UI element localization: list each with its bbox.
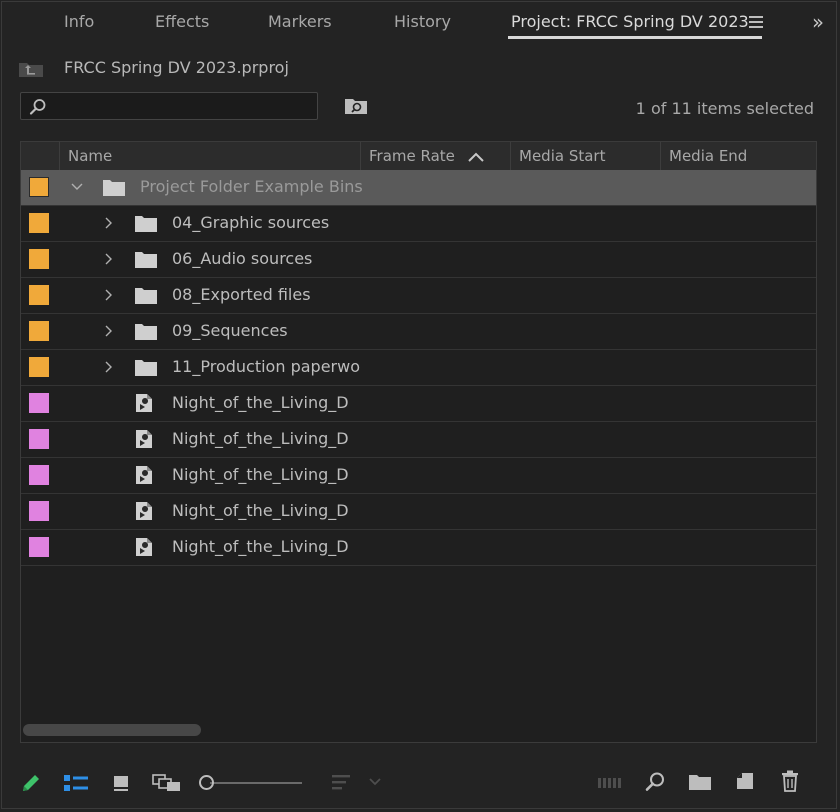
media-file-icon (136, 394, 152, 412)
label-color-swatch[interactable] (29, 249, 49, 269)
chevron-right-icon[interactable] (103, 217, 115, 229)
label-color-swatch[interactable] (29, 213, 49, 233)
clip-name: Night_of_the_Living_D (172, 465, 349, 484)
chevron-down-icon[interactable] (368, 776, 382, 786)
label-color-swatch[interactable] (29, 393, 49, 413)
folder-icon (135, 288, 157, 304)
clip-row[interactable]: Night_of_the_Living_D (21, 458, 816, 494)
folder-icon (135, 252, 157, 268)
chevron-right-icon[interactable] (103, 289, 115, 301)
project-file-name: FRCC Spring DV 2023.prproj (64, 58, 289, 77)
clip-row[interactable]: Night_of_the_Living_D (21, 494, 816, 530)
column-header-frame-rate[interactable]: Frame Rate (360, 142, 510, 170)
chevron-right-icon[interactable] (103, 325, 115, 337)
bin-row[interactable]: 11_Production paperwo (21, 350, 816, 386)
search-field[interactable] (20, 92, 318, 120)
bin-name: 11_Production paperwo (172, 357, 360, 376)
label-color-swatch[interactable] (29, 285, 49, 305)
project-folder-up-icon[interactable] (18, 60, 44, 78)
tab-history[interactable]: History (394, 12, 451, 31)
clip-name: Night_of_the_Living_D (172, 393, 349, 412)
clip-row[interactable]: Night_of_the_Living_D (21, 530, 816, 566)
panel-tab-bar: Info Effects Markers History Project: FR… (0, 0, 840, 46)
folder-icon (135, 324, 157, 340)
media-file-icon (136, 538, 152, 556)
media-file-icon (136, 430, 152, 448)
find-icon[interactable] (644, 771, 666, 793)
bin-name: 04_Graphic sources (172, 213, 330, 232)
folder-icon (135, 216, 157, 232)
bin-name: 09_Sequences (172, 321, 288, 340)
bin-row[interactable]: Project Folder Example Bins (21, 170, 816, 206)
bin-row[interactable]: 04_Graphic sources (21, 206, 816, 242)
clip-name: Night_of_the_Living_D (172, 501, 349, 520)
tab-overflow-icon[interactable]: ›› (812, 10, 824, 34)
folder-icon (103, 180, 125, 196)
column-header-media-end[interactable]: Media End (660, 142, 810, 170)
horizontal-scrollbar[interactable] (23, 724, 201, 736)
media-file-icon (136, 466, 152, 484)
freeform-view-icon[interactable] (152, 773, 182, 793)
search-input[interactable] (55, 95, 314, 119)
new-bin-icon[interactable] (688, 772, 712, 792)
tab-project[interactable]: Project: FRCC Spring DV 2023 (511, 12, 749, 31)
panel-menu-icon[interactable] (749, 16, 763, 28)
bin-row[interactable]: 08_Exported files (21, 278, 816, 314)
chevron-right-icon[interactable] (103, 253, 115, 265)
clear-trash-icon[interactable] (780, 770, 800, 792)
new-search-bin-icon[interactable] (344, 96, 368, 116)
tab-info[interactable]: Info (64, 12, 94, 31)
icon-view-icon[interactable] (112, 774, 130, 792)
label-color-swatch[interactable] (29, 429, 49, 449)
chevron-down-icon[interactable] (71, 181, 83, 193)
bin-row[interactable]: 06_Audio sources (21, 242, 816, 278)
bin-name: Project Folder Example Bins (140, 177, 363, 196)
bin-name: 08_Exported files (172, 285, 311, 304)
clip-row[interactable]: Night_of_the_Living_D (21, 386, 816, 422)
sort-ascending-icon (468, 152, 484, 162)
label-color-swatch[interactable] (29, 501, 49, 521)
table-header: Name Frame Rate Media Start Media End (21, 142, 816, 170)
clip-row[interactable]: Night_of_the_Living_D (21, 422, 816, 458)
bin-name: 06_Audio sources (172, 249, 313, 268)
label-color-swatch[interactable] (29, 177, 49, 197)
selection-status: 1 of 11 items selected (635, 99, 814, 118)
sort-icons-icon[interactable] (330, 772, 352, 792)
column-header-media-start[interactable]: Media Start (510, 142, 660, 170)
project-items-table: Name Frame Rate Media Start Media End Pr… (20, 141, 817, 743)
clip-name: Night_of_the_Living_D (172, 429, 349, 448)
automate-to-sequence-icon[interactable] (597, 776, 623, 790)
active-tab-indicator (508, 36, 762, 39)
clip-name: Night_of_the_Living_D (172, 537, 349, 556)
column-header-name[interactable]: Name (59, 142, 360, 170)
search-icon (29, 99, 46, 115)
label-color-swatch[interactable] (29, 321, 49, 341)
column-header-frame-rate-label: Frame Rate (369, 147, 455, 165)
bin-row[interactable]: 09_Sequences (21, 314, 816, 350)
folder-icon (135, 360, 157, 376)
pencil-icon[interactable] (20, 772, 42, 794)
label-color-swatch[interactable] (29, 465, 49, 485)
tab-markers[interactable]: Markers (268, 12, 332, 31)
label-color-swatch[interactable] (29, 357, 49, 377)
tab-effects[interactable]: Effects (155, 12, 209, 31)
label-color-swatch[interactable] (29, 537, 49, 557)
zoom-slider-track[interactable] (210, 782, 302, 784)
media-file-icon (136, 502, 152, 520)
new-item-icon[interactable] (735, 771, 755, 791)
zoom-slider-handle[interactable] (199, 775, 214, 790)
chevron-right-icon[interactable] (103, 361, 115, 373)
list-view-icon[interactable] (63, 774, 89, 792)
